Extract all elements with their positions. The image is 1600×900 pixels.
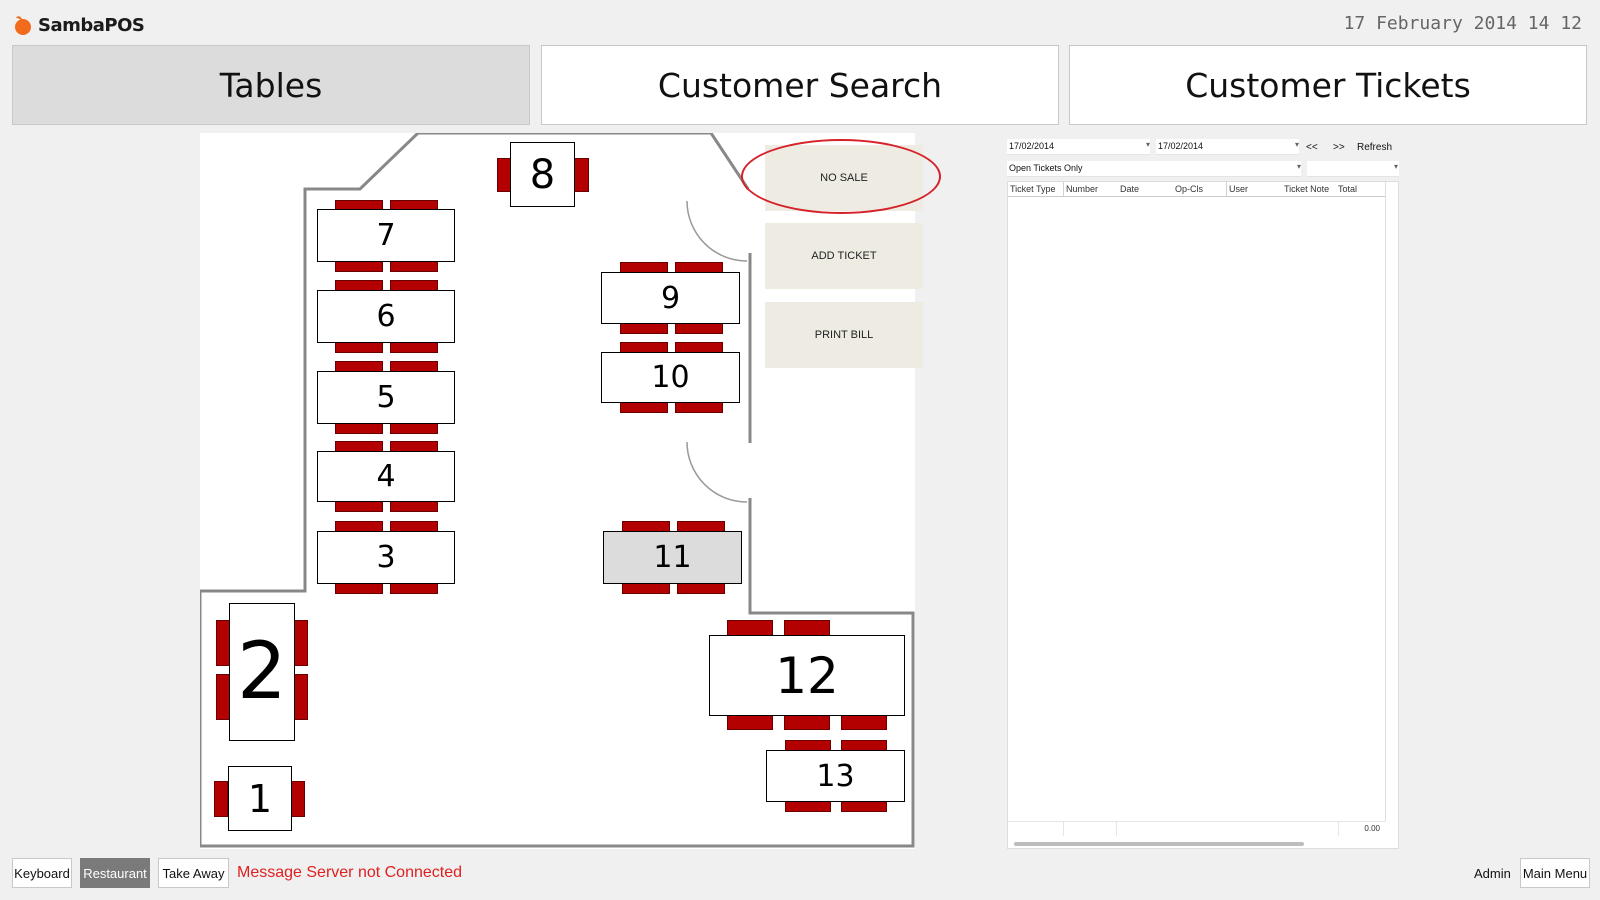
no-sale-button[interactable]: NO SALE xyxy=(765,145,923,211)
print-bill-button[interactable]: PRINT BILL xyxy=(765,302,923,368)
chair xyxy=(216,620,230,666)
chair xyxy=(216,674,230,720)
app-logo: SambaPOS xyxy=(12,12,145,38)
chair xyxy=(573,158,589,192)
table-5[interactable]: 5 xyxy=(317,371,455,424)
table-7[interactable]: 7 xyxy=(317,209,455,262)
table-4[interactable]: 4 xyxy=(317,451,455,502)
table-12[interactable]: 12 xyxy=(709,635,905,716)
tickets-grid: Ticket Type Number Date Op-Cls User Tick… xyxy=(1007,181,1399,849)
tab-customer-tickets[interactable]: Customer Tickets xyxy=(1069,45,1587,125)
ticket-filter-select[interactable]: Open Tickets Only xyxy=(1007,161,1301,177)
message-server-status: Message Server not Connected xyxy=(237,864,463,881)
next-button[interactable]: >> xyxy=(1333,142,1345,153)
add-ticket-button[interactable]: ADD TICKET xyxy=(765,223,923,289)
column-header[interactable]: Ticket Type xyxy=(1010,184,1056,194)
restaurant-button[interactable]: Restaurant xyxy=(80,858,150,888)
keyboard-button[interactable]: Keyboard xyxy=(12,858,72,888)
grid-header: Ticket Type Number Date Op-Cls User Tick… xyxy=(1008,182,1386,197)
column-header[interactable]: User xyxy=(1229,184,1248,194)
column-divider xyxy=(1063,822,1064,836)
chair xyxy=(784,714,830,730)
column-divider xyxy=(1116,822,1117,836)
chair xyxy=(214,781,228,817)
chair xyxy=(727,620,773,636)
table-13[interactable]: 13 xyxy=(766,750,905,802)
date-from-dropdown-icon[interactable]: ▾ xyxy=(1146,140,1150,149)
app-name: SambaPOS xyxy=(38,14,145,36)
date-from-input[interactable]: 17/02/2014 xyxy=(1007,139,1150,155)
current-user: Admin xyxy=(1474,866,1511,881)
table-2[interactable]: 2 xyxy=(229,603,295,741)
datetime-display: 17 February 2014 14 12 xyxy=(1343,13,1582,34)
table-9[interactable]: 9 xyxy=(601,272,740,324)
ticket-panel: 17/02/2014 ▾ 17/02/2014 ▾ << >> Refresh … xyxy=(1007,139,1399,849)
table-8[interactable]: 8 xyxy=(510,142,575,207)
chair xyxy=(294,674,308,720)
date-to-input[interactable]: 17/02/2014 xyxy=(1156,139,1299,155)
table-10[interactable]: 10 xyxy=(601,352,740,403)
filter-dropdown-icon[interactable]: ▾ xyxy=(1297,162,1301,171)
prev-button[interactable]: << xyxy=(1306,142,1318,153)
column-header[interactable]: Ticket Note xyxy=(1284,184,1329,194)
chair xyxy=(841,714,887,730)
secondary-dropdown-icon[interactable]: ▾ xyxy=(1394,162,1398,171)
column-header[interactable]: Total xyxy=(1338,184,1357,194)
orange-logo-icon xyxy=(15,16,31,35)
grid-total: 0.00 xyxy=(1364,824,1380,833)
column-divider xyxy=(1063,182,1064,196)
chair xyxy=(727,714,773,730)
horizontal-scrollbar[interactable] xyxy=(1014,842,1304,846)
column-header[interactable]: Op-Cls xyxy=(1175,184,1203,194)
table-1[interactable]: 1 xyxy=(228,766,292,831)
column-divider xyxy=(1338,822,1339,836)
column-header[interactable]: Date xyxy=(1120,184,1139,194)
table-3[interactable]: 3 xyxy=(317,531,455,584)
tab-customer-search[interactable]: Customer Search xyxy=(541,45,1059,125)
chair xyxy=(291,781,305,817)
main-menu-button[interactable]: Main Menu xyxy=(1520,858,1590,888)
column-divider xyxy=(1226,182,1227,196)
secondary-filter-select[interactable] xyxy=(1307,161,1399,177)
date-to-dropdown-icon[interactable]: ▾ xyxy=(1295,140,1299,149)
chair xyxy=(294,620,308,666)
grid-footer: 0.00 xyxy=(1008,821,1386,836)
column-header[interactable]: Number xyxy=(1066,184,1098,194)
refresh-button[interactable]: Refresh xyxy=(1357,142,1392,153)
table-6[interactable]: 6 xyxy=(317,290,455,343)
vertical-scrollbar[interactable] xyxy=(1385,182,1398,822)
tab-tables[interactable]: Tables xyxy=(12,45,530,125)
table-11[interactable]: 11 xyxy=(603,531,742,584)
take-away-button[interactable]: Take Away xyxy=(158,858,229,888)
chair xyxy=(784,620,830,636)
